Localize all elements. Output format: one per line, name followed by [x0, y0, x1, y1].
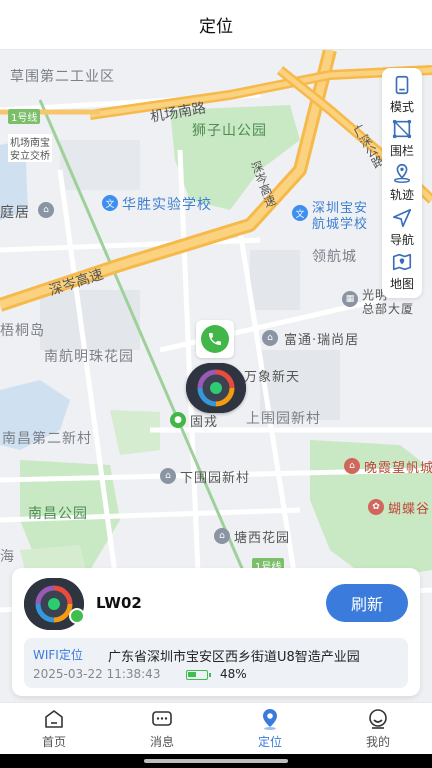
map-label-tingju: 庭居 [0, 205, 30, 221]
map-tool-panel: 模式 围栏 轨迹 导航 地图 [382, 68, 422, 298]
location-icon [263, 709, 277, 730]
tool-navigate-label: 导航 [389, 232, 414, 247]
map-label-nanchang-2nd-village: 南昌第二新村 [2, 431, 92, 447]
tool-map-label: 地图 [389, 277, 414, 292]
battery-tip [209, 673, 211, 677]
nav-location[interactable]: 定位 [216, 703, 324, 754]
residence-icon: ⌂ [262, 330, 278, 346]
map-label-huasheng-school: 华胜实验学校 [122, 197, 212, 213]
map-label-futong-ruishangju: 富通·瑞尚居 [284, 333, 360, 348]
navigate-icon [392, 208, 412, 227]
map-label-hai: 海 [0, 549, 15, 565]
battery-icon [186, 670, 211, 680]
mode-icon [395, 75, 409, 94]
map-label-hangcheng-school: 航城学校 [312, 217, 369, 232]
tool-track-label: 轨迹 [389, 188, 414, 203]
school-icon: 文 [292, 205, 308, 221]
tool-mode[interactable]: 模式 [390, 74, 414, 115]
battery-percentage: 48% [220, 667, 247, 681]
online-status-dot [69, 608, 85, 624]
location-type: WIFI定位 [33, 648, 83, 662]
nav-home[interactable]: 首页 [0, 703, 108, 754]
map-label-gurong: 固戎 [190, 415, 219, 430]
tool-track[interactable]: 轨迹 [390, 162, 414, 203]
header: 定位 [0, 0, 432, 50]
tool-fence[interactable]: 围栏 [390, 118, 414, 159]
residence-icon: ⌂ [160, 468, 176, 484]
tool-navigate[interactable]: 导航 [390, 207, 414, 248]
page-title: 定位 [199, 17, 233, 37]
phone-icon [201, 325, 229, 353]
map-label-xiaweiyuan-village: 下围园新村 [180, 471, 251, 486]
profile-icon [369, 709, 387, 729]
battery-level-fill [188, 672, 196, 677]
building-icon: ▦ [342, 291, 358, 307]
device-location-marker[interactable] [186, 363, 246, 413]
nav-profile-label: 我的 [365, 735, 390, 749]
residence-icon: ⌂ [344, 458, 360, 474]
map-label-linghang-city: 领航城 [312, 249, 357, 265]
device-name: LW02 [96, 594, 142, 612]
map-icon [392, 254, 412, 271]
location-info-box: WIFI定位 广东省深圳市宝安区西乡街道U8智造产业园 2025-03-22 1… [24, 638, 408, 688]
school-icon: 文 [102, 195, 118, 211]
residence-icon: ⌂ [38, 202, 54, 218]
location-time: 2025-03-22 11:38:43 [33, 667, 161, 681]
device-info-card: LW02 刷新 WIFI定位 广东省深圳市宝安区西乡街道U8智造产业园 2025… [12, 568, 420, 696]
nav-home-label: 首页 [41, 735, 66, 749]
scenic-spot-icon: ✿ [368, 499, 384, 515]
map-label-nanhang-garden: 南航明珠花园 [44, 349, 134, 365]
map-label-shangweiyuan-village: 上围园新村 [246, 411, 321, 427]
app-screen: 定位 草围第二工业区 机场南路 狮子山公园 华胜实验学校 文 深圳宝安 航城学校… [0, 0, 432, 768]
map-label-nanchang-park: 南昌公园 [28, 506, 88, 522]
watch-avatar-icon [186, 363, 246, 413]
tool-fence-label: 围栏 [389, 144, 414, 159]
map-label-caowei: 草围第二工业区 [10, 69, 115, 85]
residence-icon: ⌂ [214, 528, 230, 544]
nav-messages[interactable]: 消息 [108, 703, 216, 754]
map-label-headquarters-building: 总部大厦 [362, 302, 415, 316]
tool-mode-label: 模式 [389, 99, 414, 114]
track-icon [393, 164, 411, 184]
home-indicator[interactable] [144, 759, 288, 763]
message-icon [152, 711, 172, 726]
nav-messages-label: 消息 [149, 735, 174, 749]
metro-station-icon: ● [170, 412, 186, 428]
tool-map[interactable]: 地图 [390, 251, 414, 292]
nav-location-label: 定位 [257, 735, 282, 749]
map-label-wutong-island: 梧桐岛 [0, 323, 45, 339]
bottom-navigation: 首页 消息 定位 我的 [0, 702, 432, 754]
home-icon [45, 710, 63, 728]
map-label-hudie-valley: 蝴蝶谷 [388, 502, 431, 517]
metro-line-1-badge: 1号线 [8, 109, 41, 124]
map-label-tangxi-garden: 塘西花园 [234, 531, 291, 546]
nav-profile[interactable]: 我的 [324, 703, 432, 754]
map-label-jichang-interchange-2: 安立交桥 [8, 147, 52, 162]
map-label-wanxia-wangfan-city: 晚霞望帆城 [364, 461, 432, 476]
map-label-shizishan-park: 狮子山公园 [192, 123, 267, 139]
fence-icon [392, 119, 412, 139]
system-gesture-bar [0, 754, 432, 768]
call-device-button[interactable] [196, 320, 234, 358]
location-address: 广东省深圳市宝安区西乡街道U8智造产业园 [108, 650, 360, 665]
refresh-button[interactable]: 刷新 [326, 584, 408, 622]
map-label-wanxiang-xintian: 万象新天 [244, 370, 301, 385]
